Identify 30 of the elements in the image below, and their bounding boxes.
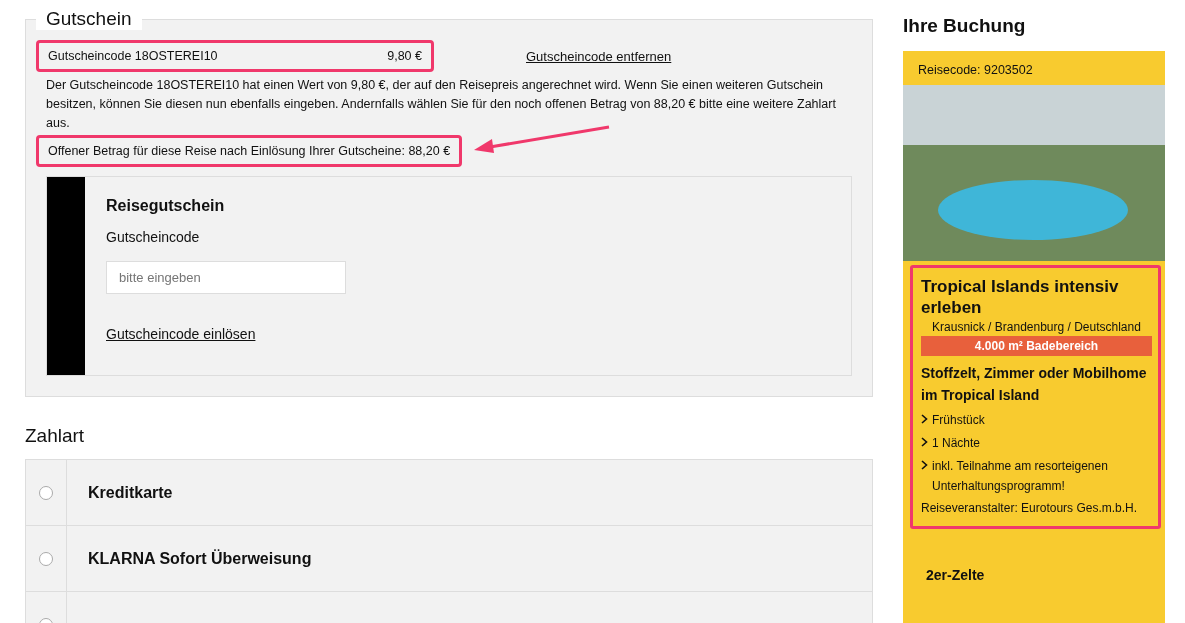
card-title: Reisegutschein: [106, 197, 226, 215]
code-amount: 9,80 €: [387, 49, 422, 63]
feature-text: 1 Nächte: [932, 435, 981, 452]
option-label: KLARNA Sofort Überweisung: [88, 549, 312, 568]
operator-text: Reiseveranstalter: Eurotours Ges.m.b.H.: [921, 500, 1139, 517]
offer-title: Tropical Islands intensiv erleben: [921, 276, 1120, 318]
area-badge: 4.000 m² Badebereich: [921, 336, 1152, 356]
chevron-icon: [921, 460, 928, 470]
room-category-title: 2er-Zelte: [925, 566, 986, 583]
redeem-code-link[interactable]: Gutscheincode einlösen: [106, 326, 256, 342]
voucher-code-field[interactable]: bitte eingeben: [106, 261, 346, 294]
info-text: Der Gutscheincode 18OSTEREI10 hat einen Wert von 9,80 €, der auf den Reisepreis angerechnet wird. Wenn Sie einen weiteren Gutschein besitzen, können Sie diesen nun ebenfalls eingeben. Andernfalls wählen Sie für den noch offenen Betrag von 88,20 € bitte eine weitere Zahlart aus.: [46, 77, 837, 132]
code-label: Gutscheincode 18OSTEREI10: [48, 49, 218, 63]
sidebar-title: Ihre Buchung: [903, 15, 1027, 37]
feature-text: Frühstück: [932, 412, 985, 429]
radio-button[interactable]: [39, 551, 53, 566]
chevron-icon: [921, 437, 928, 447]
radio-button[interactable]: [39, 485, 53, 500]
remove-code-link[interactable]: Gutscheincode entfernen: [526, 48, 672, 64]
section-title: Zahlart: [25, 425, 86, 447]
feature-text: inkl. Teilnahme am resorteigenen Unterhaltungsprogramm!: [932, 458, 1109, 495]
chevron-icon: [921, 414, 928, 424]
room-type: Stoffzelt, Zimmer oder Mobilhome im Tropical Island: [921, 364, 1148, 405]
payment-option[interactable]: Kreditkarte: [26, 460, 872, 526]
offer-location: Krausnick / Brandenburg / Deutschland: [931, 320, 1142, 334]
field-label: Gutscheincode: [106, 229, 201, 245]
payment-option[interactable]: KLARNA Sofort Überweisung: [26, 526, 872, 592]
option-label: Kreditkarte: [88, 483, 173, 502]
open-amount-text: Offener Betrag für diese Reise nach Einlösung Ihrer Gutscheine: 88,20 €: [48, 144, 451, 158]
travel-code: Reisecode: 9203502: [917, 62, 1034, 79]
